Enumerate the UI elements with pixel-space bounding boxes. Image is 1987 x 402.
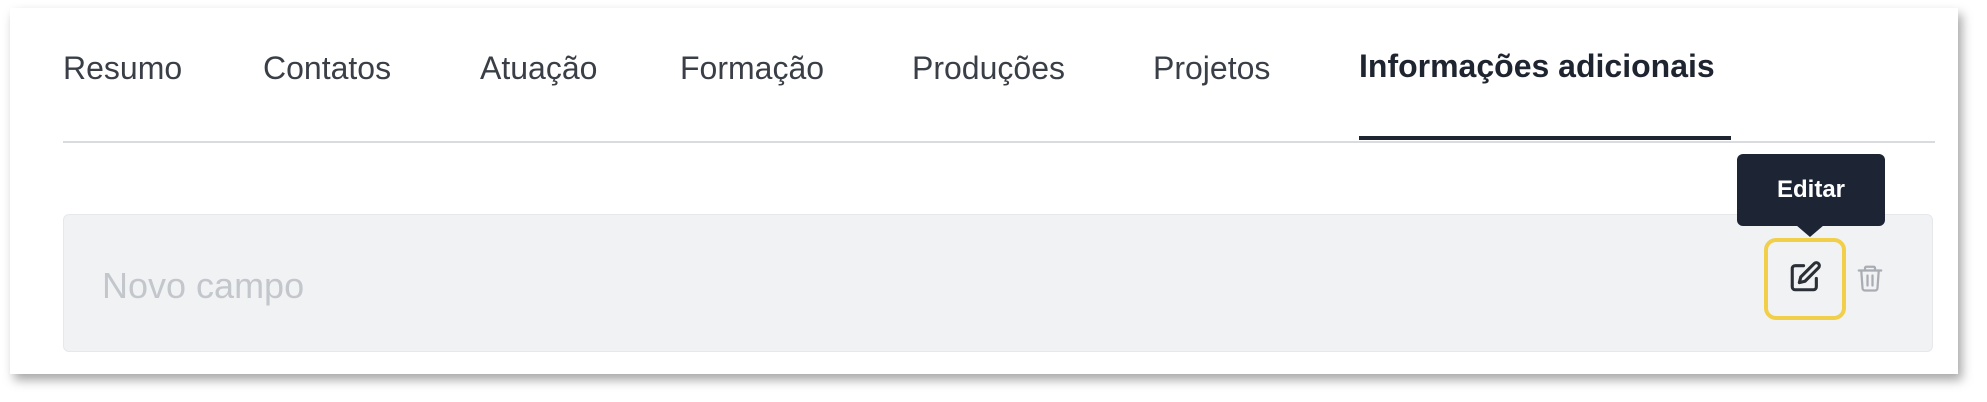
- tab-projetos[interactable]: Projetos: [1153, 50, 1270, 87]
- tab-formacao[interactable]: Formação: [680, 50, 824, 87]
- trash-icon: [1855, 261, 1885, 300]
- tooltip-text: Editar: [1776, 176, 1845, 203]
- tab-resumo[interactable]: Resumo: [63, 50, 182, 87]
- custom-field-row: Novo campo: [63, 214, 1933, 352]
- tab-informacoes-adicionais[interactable]: Informações adicionais: [1359, 48, 1715, 85]
- tooltip-arrow: [1796, 225, 1824, 237]
- edit-icon: [1788, 260, 1822, 299]
- tab-atuacao[interactable]: Atuação: [480, 50, 597, 87]
- tab-bar: Resumo Contatos Atuação Formação Produçõ…: [63, 8, 1935, 143]
- field-value: Novo campo: [102, 265, 305, 306]
- edit-button[interactable]: [1764, 238, 1846, 320]
- delete-button[interactable]: [1852, 260, 1888, 300]
- active-tab-indicator: [1359, 136, 1731, 140]
- edit-tooltip: Editar: [1737, 154, 1885, 226]
- tab-producoes[interactable]: Produções: [912, 50, 1065, 87]
- content-card: Resumo Contatos Atuação Formação Produçõ…: [10, 8, 1958, 374]
- tab-contatos[interactable]: Contatos: [263, 50, 391, 87]
